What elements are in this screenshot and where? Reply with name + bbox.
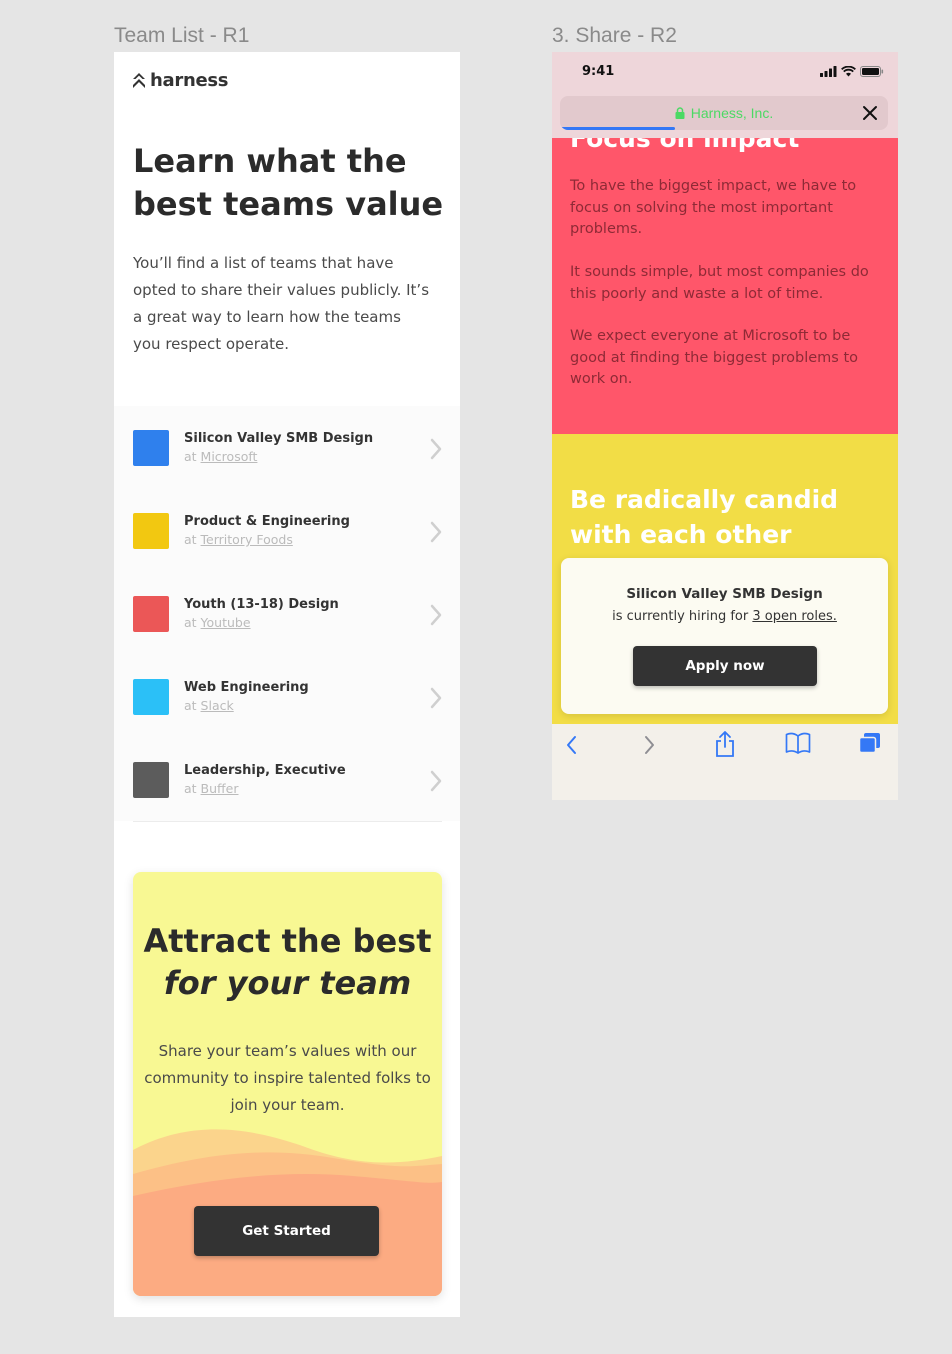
page-description: You’ll find a list of teams that have op… xyxy=(133,254,430,353)
team-name: Product & Engineering xyxy=(184,514,350,529)
apply-now-button[interactable]: Apply now xyxy=(633,646,817,686)
company-link[interactable]: Territory Foods xyxy=(201,532,293,547)
value-paragraph: We expect everyone at Microsoft to be go… xyxy=(570,328,859,387)
frame-label-share: 3. Share - R2 xyxy=(552,24,677,47)
team-list-artboard: harness Learn what the best teams value … xyxy=(114,52,460,1317)
harness-logo[interactable]: harness xyxy=(133,70,229,91)
team-company: at Buffer xyxy=(184,781,239,796)
team-list-item[interactable]: Product & Engineering at Territory Foods xyxy=(133,489,443,572)
value-paragraph: It sounds simple, but most companies do … xyxy=(570,264,869,302)
team-list-item[interactable]: Silicon Valley SMB Design at Microsoft xyxy=(133,406,443,489)
cta-title-line1: Attract the best xyxy=(143,922,432,960)
cta-description: Share your team’s values with our commun… xyxy=(144,1042,431,1114)
status-icons xyxy=(820,66,884,77)
safari-toolbar xyxy=(552,724,898,800)
team-name: Web Engineering xyxy=(184,680,309,695)
page-load-progress xyxy=(560,127,675,130)
wifi-icon xyxy=(841,66,856,77)
team-color-swatch xyxy=(133,762,169,798)
hiring-banner: Silicon Valley SMB Design is currently h… xyxy=(561,558,888,714)
hiring-text: is currently hiring for 3 open roles. xyxy=(612,609,837,624)
team-name: Leadership, Executive xyxy=(184,763,346,778)
hiring-team-name: Silicon Valley SMB Design xyxy=(626,586,823,602)
chevron-right-icon xyxy=(430,604,442,626)
status-time: 9:41 xyxy=(582,64,615,79)
chevron-right-icon xyxy=(430,438,442,460)
forward-icon[interactable] xyxy=(642,734,656,756)
team-name: Silicon Valley SMB Design xyxy=(184,431,374,446)
url-text: Harness, Inc. xyxy=(690,105,774,121)
company-link[interactable]: Youtube xyxy=(201,615,251,630)
frame-label-team-list: Team List - R1 xyxy=(114,24,250,47)
value-heading: Focus on impact xyxy=(570,138,800,153)
url-display: Harness, Inc. xyxy=(560,105,888,121)
team-company: at Microsoft xyxy=(184,449,258,464)
company-link[interactable]: Slack xyxy=(201,698,234,713)
share-artboard: 9:41 Harness, Inc. Focus on impact To ha… xyxy=(552,52,898,800)
cta-card: Attract the best for your team Share you… xyxy=(133,872,442,1296)
team-list-item[interactable]: Web Engineering at Slack xyxy=(133,655,443,738)
team-color-swatch xyxy=(133,430,169,466)
cta-title-line2: for your team xyxy=(163,964,412,1002)
team-color-swatch xyxy=(133,679,169,715)
team-company: at Youtube xyxy=(184,615,251,630)
value-section-impact: Focus on impact To have the biggest impa… xyxy=(552,138,898,434)
back-icon[interactable] xyxy=(565,734,579,756)
close-icon[interactable] xyxy=(862,105,878,121)
cta-title: Attract the best for your team xyxy=(133,920,442,1004)
team-list-item[interactable]: Leadership, Executive at Buffer xyxy=(133,738,443,821)
value-heading: Be radically candid with each other xyxy=(570,485,839,549)
battery-icon xyxy=(860,66,884,77)
open-roles-link[interactable]: 3 open roles. xyxy=(752,609,837,624)
page-title: Learn what the best teams value xyxy=(133,142,444,223)
get-started-button[interactable]: Get Started xyxy=(194,1206,379,1256)
company-link[interactable]: Buffer xyxy=(201,781,239,796)
safari-url-area: Harness, Inc. xyxy=(552,96,898,138)
team-color-swatch xyxy=(133,513,169,549)
share-icon[interactable] xyxy=(714,730,736,758)
url-bar[interactable]: Harness, Inc. xyxy=(560,96,888,130)
team-color-swatch xyxy=(133,596,169,632)
value-section-candid: Be radically candid with each other Sili… xyxy=(552,434,898,724)
ios-status-bar: 9:41 xyxy=(552,52,898,96)
signal-icon xyxy=(820,66,837,77)
list-divider xyxy=(133,821,442,822)
bookmarks-icon[interactable] xyxy=(785,732,811,754)
company-link[interactable]: Microsoft xyxy=(201,449,258,464)
chevron-right-icon xyxy=(430,521,442,543)
team-name: Youth (13-18) Design xyxy=(184,597,339,612)
harness-logo-text: harness xyxy=(150,70,229,91)
chevron-right-icon xyxy=(430,770,442,792)
team-company: at Slack xyxy=(184,698,234,713)
team-list-item[interactable]: Youth (13-18) Design at Youtube xyxy=(133,572,443,655)
chevron-right-icon xyxy=(430,687,442,709)
value-paragraph: To have the biggest impact, we have to f… xyxy=(570,178,857,237)
team-company: at Territory Foods xyxy=(184,532,293,547)
harness-logo-icon xyxy=(133,73,145,88)
team-list: Silicon Valley SMB Design at Microsoft P… xyxy=(114,406,460,821)
tabs-icon[interactable] xyxy=(858,732,882,754)
lock-icon xyxy=(675,107,685,119)
